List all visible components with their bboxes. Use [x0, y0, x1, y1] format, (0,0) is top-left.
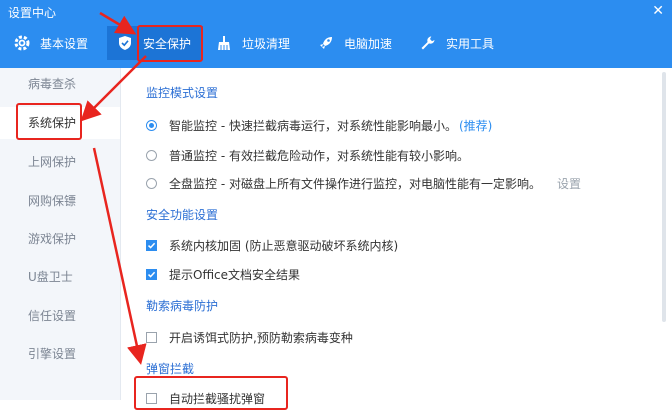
full-disk-settings-link[interactable]: 设置	[557, 175, 581, 192]
option-label: 普通监控 - 有效拦截危险动作，对系统性能有较小影响。	[169, 149, 469, 163]
checkbox-office-doc-alert[interactable]: 提示Office文档安全结果	[146, 266, 300, 283]
radio-button[interactable]	[146, 178, 157, 189]
radio-full-disk-monitor[interactable]: 全盘监控 - 对磁盘上所有文件操作进行监控，对电脑性能有一定影响。 设置	[146, 175, 581, 192]
close-button[interactable]: ✕	[652, 4, 664, 18]
radio-button[interactable]	[146, 150, 157, 161]
tab-label: 电脑加速	[344, 36, 393, 51]
option-label: 开启诱饵式防护,预防勒索病毒变种	[169, 331, 353, 345]
window-title: 设置中心	[8, 6, 57, 20]
broom-icon	[216, 35, 232, 51]
radio-normal-monitor[interactable]: 普通监控 - 有效拦截危险动作，对系统性能有较小影响。	[146, 147, 469, 164]
highlight-box-system-protection	[16, 103, 82, 140]
checkmark-icon	[147, 271, 156, 278]
checkbox[interactable]	[146, 269, 157, 280]
checkbox-decoy-protection[interactable]: 开启诱饵式防护,预防勒索病毒变种	[146, 329, 353, 346]
checkmark-icon	[147, 242, 156, 249]
tab-junk-cleanup[interactable]: 垃圾清理	[216, 26, 300, 60]
section-title-popup: 弹窗拦截	[146, 362, 195, 376]
checkbox[interactable]	[146, 332, 157, 343]
sidebar-item-usb-guard[interactable]: U盘卫士	[0, 261, 120, 293]
option-label: 智能监控 - 快速拦截病毒运行，对系统性能影响最小。	[169, 119, 457, 133]
section-title-security: 安全功能设置	[146, 208, 219, 222]
sidebar-item-virus-scan[interactable]: 病毒查杀	[0, 68, 120, 100]
sidebar-item-engine-settings[interactable]: 引擎设置	[0, 338, 120, 370]
tab-pc-speedup[interactable]: 电脑加速	[318, 26, 402, 60]
tab-label: 基本设置	[40, 36, 89, 51]
section-title-monitor: 监控模式设置	[146, 86, 219, 100]
shield-icon	[117, 35, 133, 51]
gear-icon	[14, 35, 30, 51]
tab-utility-tools[interactable]: 实用工具	[420, 26, 504, 60]
tab-label: 垃圾清理	[242, 36, 291, 51]
sidebar-item-trust-settings[interactable]: 信任设置	[0, 300, 120, 332]
radio-button[interactable]	[146, 120, 157, 131]
sidebar-item-game-protection[interactable]: 游戏保护	[0, 223, 120, 255]
option-label: 全盘监控 - 对磁盘上所有文件操作进行监控，对电脑性能有一定影响。	[169, 177, 541, 191]
option-label: 系统内核加固 (防止恶意驱动破坏系统内核)	[169, 239, 399, 253]
checkbox[interactable]	[146, 240, 157, 251]
wrench-icon	[420, 35, 436, 51]
highlight-box-popup-block	[134, 376, 288, 410]
highlight-box-security-tab	[137, 25, 203, 62]
rocket-icon	[318, 35, 334, 51]
recommended-tag: (推荐)	[458, 119, 493, 133]
option-label: 提示Office文档安全结果	[169, 268, 301, 282]
section-title-ransomware: 勒索病毒防护	[146, 299, 219, 313]
radio-smart-monitor[interactable]: 智能监控 - 快速拦截病毒运行，对系统性能影响最小。 (推荐)	[146, 117, 492, 134]
sidebar-item-web-protection[interactable]: 上网保护	[0, 146, 120, 178]
settings-panel: 监控模式设置 智能监控 - 快速拦截病毒运行，对系统性能影响最小。 (推荐) 普…	[134, 68, 654, 406]
scrollbar[interactable]	[662, 72, 666, 322]
sidebar-item-shopping-guard[interactable]: 网购保镖	[0, 185, 120, 217]
tab-label: 实用工具	[446, 36, 495, 51]
tab-basic-settings[interactable]: 基本设置	[14, 26, 98, 60]
title-bar: 设置中心 ✕ 基本设置 安全保护 垃圾清理 电脑加速 实用工具	[0, 0, 672, 68]
checkbox-kernel-hardening[interactable]: 系统内核加固 (防止恶意驱动破坏系统内核)	[146, 237, 398, 254]
top-tabs: 基本设置 安全保护 垃圾清理 电脑加速 实用工具	[0, 26, 672, 60]
